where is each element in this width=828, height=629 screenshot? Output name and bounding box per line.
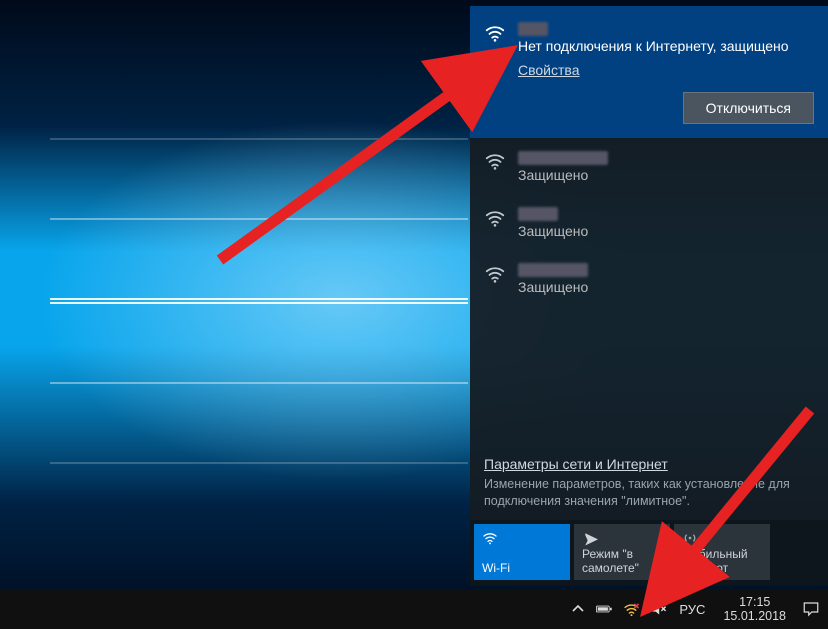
network-settings-link[interactable]: Параметры сети и Интернет <box>484 456 668 472</box>
battery-icon[interactable] <box>596 601 613 618</box>
network-security: Защищено <box>518 223 814 239</box>
clock[interactable]: 17:15 15.01.2018 <box>717 595 792 624</box>
clock-time: 17:15 <box>723 595 786 609</box>
network-item[interactable]: Защищено <box>470 195 828 251</box>
tile-airplane[interactable]: Режим "в самолете" <box>574 524 670 580</box>
tile-hotspot[interactable]: Мобильный хот-спот <box>674 524 770 580</box>
tile-label: Режим "в самолете" <box>582 548 662 576</box>
hotspot-icon <box>682 530 762 546</box>
tile-label: Мобильный хот-спот <box>682 548 762 576</box>
network-list: Нет подключения к Интернету, защищено Св… <box>470 6 828 454</box>
action-center-icon[interactable] <box>802 600 820 618</box>
quick-tiles: Wi-Fi Режим "в самолете" Мобильный хот-с… <box>470 520 828 586</box>
network-item-connected[interactable]: Нет подключения к Интернету, защищено Св… <box>470 6 828 138</box>
ssid-label <box>518 205 814 221</box>
wifi-icon <box>484 263 506 285</box>
network-item[interactable]: Защищено <box>470 138 828 194</box>
network-tray-icon[interactable] <box>623 601 640 618</box>
network-flyout: Нет подключения к Интернету, защищено Св… <box>470 6 828 586</box>
ssid-label <box>518 148 814 164</box>
taskbar: РУС 17:15 15.01.2018 <box>0 589 828 629</box>
language-indicator[interactable]: РУС <box>677 602 707 617</box>
tray-overflow-icon[interactable] <box>569 601 586 618</box>
ssid-label <box>518 261 814 277</box>
connection-status: Нет подключения к Интернету, защищено <box>518 38 814 54</box>
network-security: Защищено <box>518 167 814 183</box>
ssid-label <box>518 20 814 36</box>
network-settings-sub: Изменение параметров, таких как установл… <box>484 476 814 510</box>
tile-wifi[interactable]: Wi-Fi <box>474 524 570 580</box>
wifi-icon <box>482 530 562 546</box>
wifi-icon <box>484 22 506 44</box>
system-tray: РУС 17:15 15.01.2018 <box>569 595 820 624</box>
tile-label: Wi-Fi <box>482 562 562 576</box>
properties-link[interactable]: Свойства <box>518 62 579 78</box>
wifi-icon <box>484 207 506 229</box>
clock-date: 15.01.2018 <box>723 609 786 623</box>
airplane-icon <box>582 530 662 546</box>
wifi-icon <box>484 150 506 172</box>
volume-muted-icon[interactable] <box>650 601 667 618</box>
network-item[interactable]: Защищено <box>470 251 828 307</box>
disconnect-button[interactable]: Отключиться <box>683 92 814 124</box>
network-security: Защищено <box>518 279 814 295</box>
